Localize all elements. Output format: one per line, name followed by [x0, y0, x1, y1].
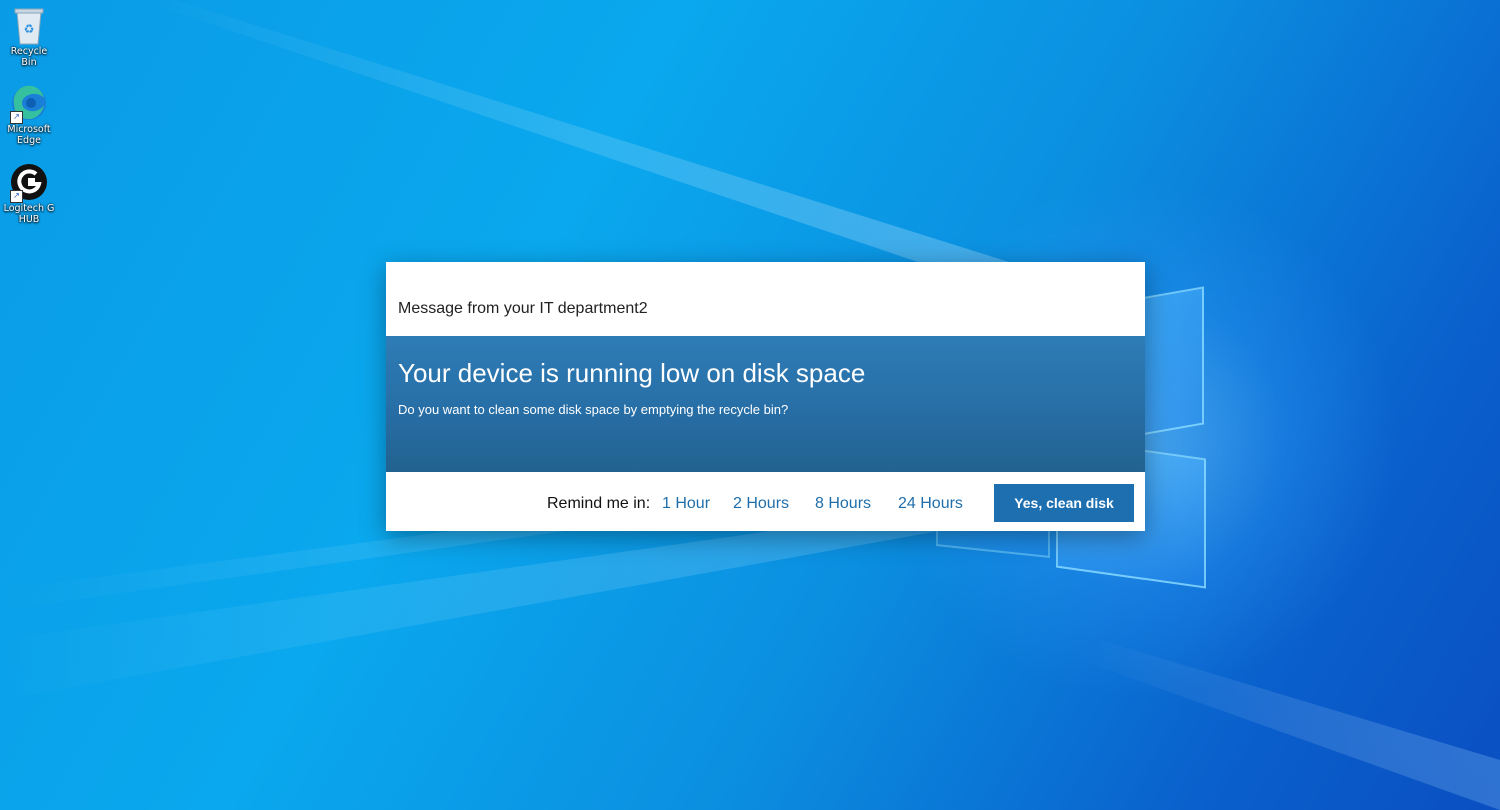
remind-24-hours-link[interactable]: 24 Hours: [898, 495, 963, 513]
recycle-bin-icon: ♻: [10, 6, 48, 45]
logitech-g-hub-icon: ↗: [10, 163, 48, 203]
desktop-icon-logitech-g-hub[interactable]: ↗ Logitech G HUB: [2, 163, 56, 225]
dialog-message: Do you want to clean some disk space by …: [398, 402, 789, 417]
desktop-icon-microsoft-edge[interactable]: ↗ Microsoft Edge: [2, 84, 56, 146]
shortcut-arrow-icon: ↗: [10, 190, 23, 203]
desktop-background: ♻ Recycle Bin ↗ Microsoft Edge ↗ Logitec…: [0, 0, 1500, 810]
edge-icon: ↗: [10, 84, 48, 124]
desktop-icon-label: Logitech G HUB: [3, 203, 55, 225]
dialog-source-text: Message from your IT department2: [398, 300, 648, 317]
svg-text:♻: ♻: [24, 22, 35, 36]
desktop-icon-recycle-bin[interactable]: ♻ Recycle Bin: [2, 6, 56, 68]
dialog-banner: Your device is running low on disk space…: [386, 336, 1145, 472]
remind-1-hour-link[interactable]: 1 Hour: [662, 495, 710, 513]
dialog-title: Your device is running low on disk space: [398, 358, 866, 388]
remind-label: Remind me in:: [547, 495, 651, 512]
desktop-icon-label: Recycle Bin: [10, 46, 48, 68]
dialog-header: Message from your IT department2: [386, 262, 1145, 336]
dialog-footer: Remind me in: 1 Hour 2 Hours 8 Hours 24 …: [386, 472, 1145, 531]
desktop-icon-label: Microsoft Edge: [7, 124, 51, 146]
shortcut-arrow-icon: ↗: [10, 111, 23, 124]
clean-disk-button[interactable]: Yes, clean disk: [994, 484, 1134, 522]
remind-2-hours-link[interactable]: 2 Hours: [733, 495, 789, 513]
remind-8-hours-link[interactable]: 8 Hours: [815, 495, 871, 513]
notification-dialog: Message from your IT department2 Your de…: [386, 262, 1145, 531]
